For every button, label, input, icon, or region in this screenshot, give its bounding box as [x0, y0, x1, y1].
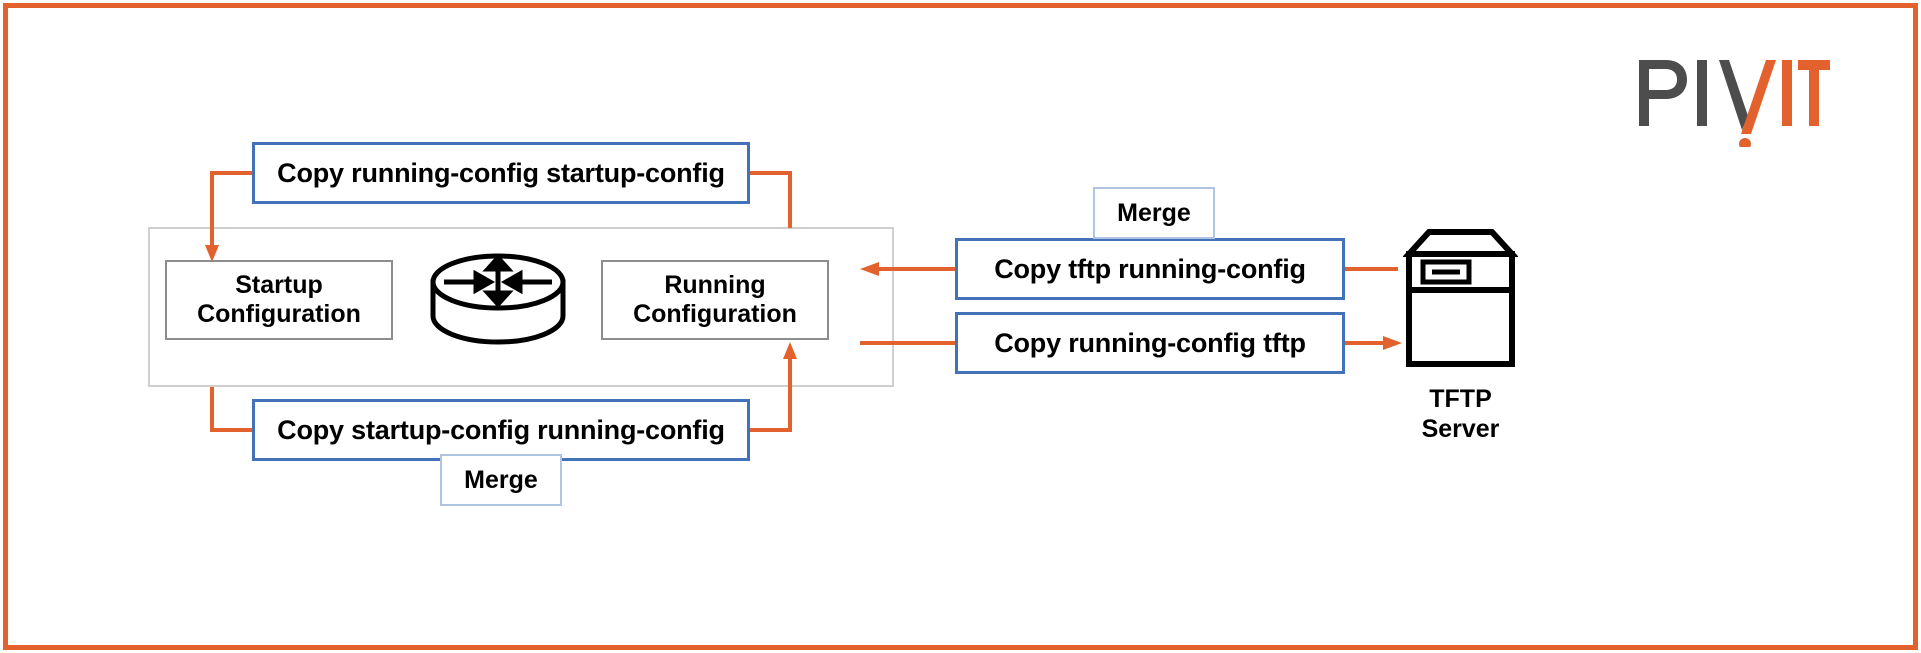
startup-config-line1: Startup — [235, 271, 323, 300]
command-to-tftp-server-arrowhead — [1383, 336, 1402, 350]
command-copy-tftp-running-config[interactable]: Copy tftp running-config — [955, 238, 1345, 300]
command-copy-running-config-tftp[interactable]: Copy running-config tftp — [955, 312, 1345, 374]
startup-configuration-box: Startup Configuration — [165, 260, 393, 340]
startup-config-tap-line — [210, 387, 252, 432]
tftp-server-label: TFTP Server — [1368, 385, 1553, 444]
router-icon — [428, 250, 568, 350]
tftp-server-icon — [1402, 228, 1519, 368]
startup-config-line2: Configuration — [197, 300, 361, 328]
command-copy-running-config-startup-config[interactable]: Copy running-config startup-config — [252, 142, 750, 204]
running-config-line1: Running — [664, 271, 766, 300]
merge-label-tftp-to-running: Merge — [1093, 187, 1215, 239]
tftp-server-line1: TFTP — [1429, 385, 1492, 413]
running-configuration-box: Running Configuration — [601, 260, 829, 340]
command-copy-startup-config-running-config[interactable]: Copy startup-config running-config — [252, 399, 750, 461]
pivit-logo — [1635, 52, 1830, 150]
merge-label-startup-to-running: Merge — [440, 454, 562, 506]
tftp-server-line2: Server — [1421, 414, 1500, 443]
running-config-tap-line — [750, 171, 792, 228]
running-config-line2: Configuration — [633, 300, 797, 328]
diagram-canvas: Startup Configuration Running Configurat… — [0, 0, 1921, 653]
